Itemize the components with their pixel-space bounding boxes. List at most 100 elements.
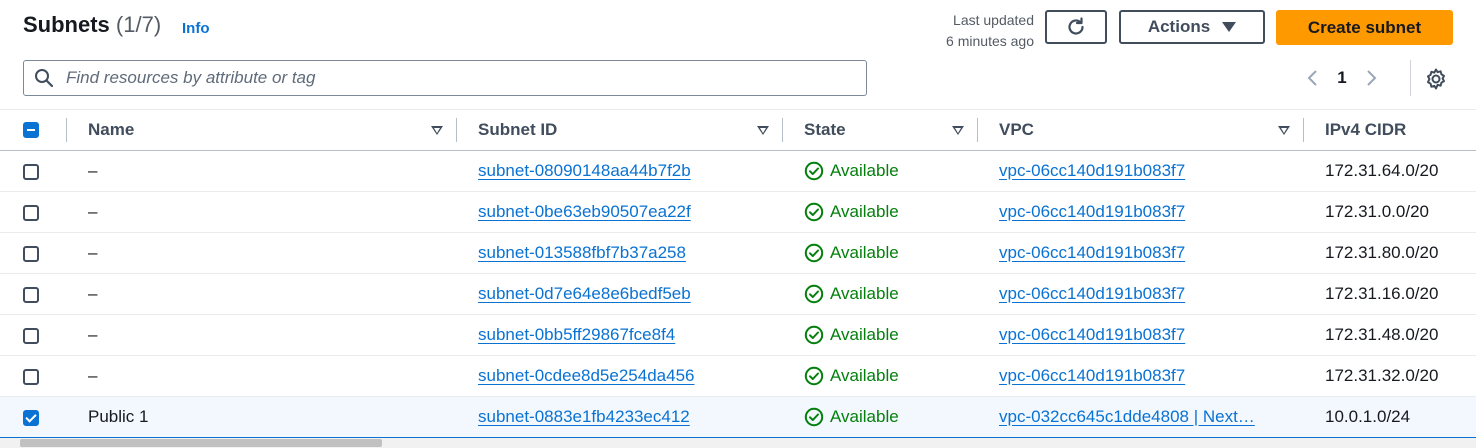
search-input[interactable] <box>64 67 848 89</box>
cidr-cell: 172.31.16.0/20 <box>1304 274 1476 315</box>
row-select-cell <box>0 274 67 315</box>
column-header-name[interactable]: Name <box>67 110 457 151</box>
row-select-cell <box>0 192 67 233</box>
subnet-id-link[interactable]: subnet-0be63eb90507ea22f <box>478 202 691 221</box>
table-row[interactable]: – subnet-013588fbf7b37a258 Available vpc-06… <box>0 233 1476 274</box>
state-cell: Available <box>783 315 978 356</box>
create-subnet-button[interactable]: Create subnet <box>1276 10 1453 45</box>
row-checkbox[interactable] <box>23 163 39 180</box>
cidr-cell: 172.31.48.0/20 <box>1304 315 1476 356</box>
row-checkbox[interactable] <box>23 368 39 385</box>
column-header-subnet-id[interactable]: Subnet ID <box>457 110 783 151</box>
pagination: 1 <box>1300 64 1384 92</box>
ipv4-cidr: 172.31.32.0/20 <box>1325 366 1439 385</box>
subnet-id-link[interactable]: subnet-0883e1fb4233ec412 <box>478 407 690 426</box>
column-label: Name <box>88 120 135 139</box>
subnet-id-link[interactable]: subnet-0cdee8d5e254da456 <box>478 366 694 385</box>
sort-caret-icon[interactable] <box>952 125 964 135</box>
state-cell: Available <box>783 356 978 397</box>
row-checkbox[interactable] <box>23 204 39 221</box>
vpc-link[interactable]: vpc-06cc140d191b083f7 <box>999 366 1185 385</box>
check-circle-icon <box>804 202 824 222</box>
current-page[interactable]: 1 <box>1326 68 1358 88</box>
column-label: VPC <box>999 120 1034 139</box>
cidr-cell: 172.31.0.0/20 <box>1304 192 1476 233</box>
table-row[interactable]: Public 1 subnet-0883e1fb4233ec412 Availabl… <box>0 396 1476 438</box>
column-header-vpc[interactable]: VPC <box>978 110 1304 151</box>
subnet-name: Public 1 <box>88 407 149 426</box>
sort-caret-icon[interactable] <box>431 125 443 135</box>
prev-page-button[interactable] <box>1300 64 1326 92</box>
subnet-id-cell: subnet-0883e1fb4233ec412 <box>457 397 783 438</box>
page-header: Subnets (1/7) Info Last updated 6 minute… <box>0 0 1476 110</box>
check-circle-icon <box>804 407 824 427</box>
sort-caret-icon[interactable] <box>757 125 769 135</box>
vpc-link[interactable]: vpc-06cc140d191b083f7 <box>999 325 1185 344</box>
vpc-link[interactable]: vpc-06cc140d191b083f7 <box>999 161 1185 180</box>
ipv4-cidr: 172.31.48.0/20 <box>1325 325 1439 344</box>
table-row[interactable]: – subnet-0bb5ff29867fce8f4 Available vpc-06… <box>0 315 1476 356</box>
table-row[interactable]: – subnet-08090148aa44b7f2b Available vpc-06… <box>0 151 1476 192</box>
name-cell: – <box>67 192 457 233</box>
row-select-cell <box>0 315 67 356</box>
status-label: Available <box>830 243 899 262</box>
vpc-cell: vpc-06cc140d191b083f7 <box>978 315 1304 356</box>
name-cell: – <box>67 356 457 397</box>
scrollbar-thumb[interactable] <box>20 439 382 447</box>
vpc-link[interactable]: vpc-06cc140d191b083f7 <box>999 284 1185 303</box>
last-updated-time: 6 minutes ago <box>946 33 1034 49</box>
subnet-id-link[interactable]: subnet-013588fbf7b37a258 <box>478 243 686 262</box>
subnet-id-cell: subnet-0bb5ff29867fce8f4 <box>457 315 783 356</box>
check-circle-icon <box>804 325 824 345</box>
last-updated-label: Last updated <box>953 12 1034 28</box>
subnet-id-link[interactable]: subnet-08090148aa44b7f2b <box>478 161 691 180</box>
refresh-button[interactable] <box>1045 10 1107 44</box>
table-row[interactable]: – subnet-0be63eb90507ea22f Available vpc-06… <box>0 192 1476 233</box>
row-checkbox[interactable] <box>23 245 39 262</box>
last-updated: Last updated 6 minutes ago <box>946 10 1034 52</box>
page-title: Subnets (1/7) <box>23 12 161 38</box>
subnet-id-link[interactable]: subnet-0d7e64e8e6bedf5eb <box>478 284 691 303</box>
name-cell: – <box>67 151 457 192</box>
refresh-icon <box>1068 17 1084 35</box>
actions-dropdown-button[interactable]: Actions <box>1119 10 1265 44</box>
status-indicator: Available <box>783 407 978 427</box>
row-select-cell <box>0 397 67 438</box>
column-label: IPv4 CIDR <box>1325 120 1407 139</box>
vpc-link[interactable]: vpc-06cc140d191b083f7 <box>999 202 1185 221</box>
subnet-name: – <box>88 325 98 344</box>
vpc-cell: vpc-06cc140d191b083f7 <box>978 356 1304 397</box>
status-indicator: Available <box>783 161 978 181</box>
actions-label: Actions <box>1147 17 1211 36</box>
gear-icon[interactable] <box>1424 67 1448 91</box>
cidr-cell: 172.31.80.0/20 <box>1304 233 1476 274</box>
caret-down-icon <box>1222 22 1237 32</box>
column-label: Subnet ID <box>478 120 558 139</box>
horizontal-scrollbar[interactable] <box>0 438 1476 448</box>
row-checkbox[interactable] <box>23 286 39 303</box>
select-all-checkbox[interactable] <box>23 122 39 138</box>
name-cell: – <box>67 315 457 356</box>
state-cell: Available <box>783 192 978 233</box>
vpc-link[interactable]: vpc-032cc645c1dde4808 | Next… <box>999 407 1255 426</box>
chevron-left-icon <box>1307 70 1317 86</box>
row-checkbox[interactable] <box>23 409 39 426</box>
state-cell: Available <box>783 274 978 315</box>
status-indicator: Available <box>783 243 978 263</box>
subnet-id-link[interactable]: subnet-0bb5ff29867fce8f4 <box>478 325 675 344</box>
subnet-id-cell: subnet-013588fbf7b37a258 <box>457 233 783 274</box>
row-checkbox[interactable] <box>23 327 39 344</box>
column-header-state[interactable]: State <box>783 110 978 151</box>
select-all-header <box>0 110 67 151</box>
info-link[interactable]: Info <box>182 20 210 37</box>
column-header-ipv4-cidr[interactable]: IPv4 CIDR <box>1304 110 1476 151</box>
next-page-button[interactable] <box>1358 64 1384 92</box>
sort-caret-icon[interactable] <box>1278 125 1290 135</box>
table-row[interactable]: – subnet-0cdee8d5e254da456 Available vpc-06… <box>0 356 1476 397</box>
table-row[interactable]: – subnet-0d7e64e8e6bedf5eb Available vpc-06… <box>0 274 1476 315</box>
ipv4-cidr: 172.31.64.0/20 <box>1325 161 1439 180</box>
status-indicator: Available <box>783 284 978 304</box>
check-circle-icon <box>804 284 824 304</box>
vpc-link[interactable]: vpc-06cc140d191b083f7 <box>999 243 1185 262</box>
search-bar[interactable] <box>23 60 867 96</box>
